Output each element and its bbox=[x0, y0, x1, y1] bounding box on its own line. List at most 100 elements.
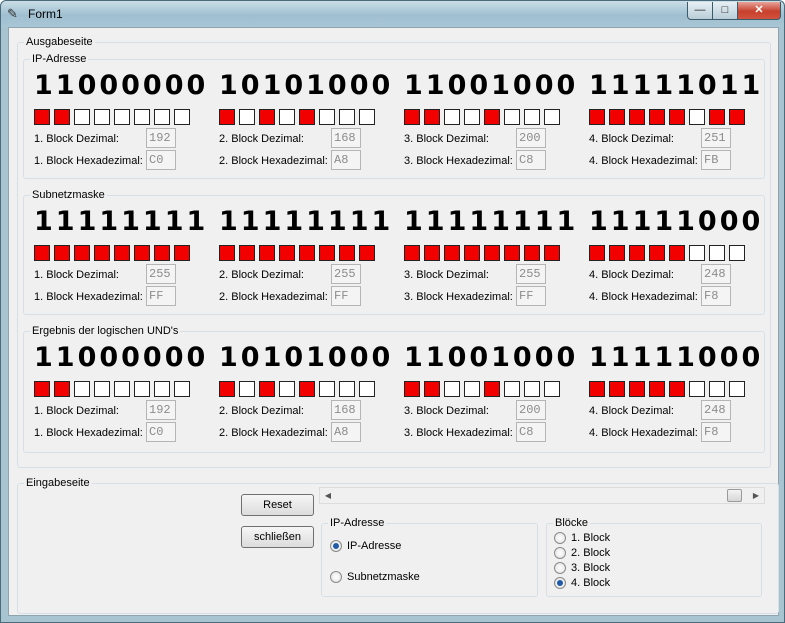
value-scrollbar[interactable]: ◀ ▶ bbox=[319, 487, 765, 504]
bit-led-on bbox=[649, 109, 665, 125]
bit-led-on bbox=[504, 245, 520, 261]
hex-field[interactable]: C0 bbox=[146, 150, 176, 170]
section-label: Subnetzmaske bbox=[30, 189, 107, 202]
section-label: IP-Adresse bbox=[30, 53, 89, 66]
bit-led-on bbox=[444, 245, 460, 261]
bit-led-on bbox=[299, 381, 315, 397]
radio-block-2[interactable]: 2. Block bbox=[554, 547, 610, 559]
hex-label: 2. Block Hexadezimal: bbox=[219, 155, 328, 167]
ip-choice-label: IP-Adresse bbox=[328, 517, 387, 530]
reset-button[interactable]: Reset bbox=[241, 494, 314, 516]
decimal-field[interactable]: 255 bbox=[516, 264, 546, 284]
hex-field[interactable]: C8 bbox=[516, 422, 546, 442]
binary-digits: 11111000 bbox=[589, 206, 764, 237]
bit-led-row bbox=[589, 109, 745, 125]
radio-label: 4. Block bbox=[571, 577, 611, 589]
bit-led-on bbox=[589, 109, 605, 125]
bit-led-off bbox=[689, 109, 705, 125]
radio-icon[interactable] bbox=[554, 547, 566, 559]
maximize-button[interactable]: □ bbox=[712, 2, 738, 20]
title-bar: ✎ Form1 — □ ✕ bbox=[0, 0, 785, 27]
bit-led-off bbox=[174, 109, 190, 125]
hex-field[interactable]: C0 bbox=[146, 422, 176, 442]
bit-led-on bbox=[709, 109, 725, 125]
window-title: Form1 bbox=[28, 7, 63, 21]
minimize-button[interactable]: — bbox=[687, 2, 713, 20]
decimal-field[interactable]: 255 bbox=[146, 264, 176, 284]
radio-subnet-mask[interactable]: Subnetzmaske bbox=[330, 571, 420, 583]
hex-field[interactable]: A8 bbox=[331, 150, 361, 170]
hex-field[interactable]: FB bbox=[701, 150, 731, 170]
bit-led-off bbox=[444, 109, 460, 125]
radio-block-1[interactable]: 1. Block bbox=[554, 532, 610, 544]
decimal-field[interactable]: 168 bbox=[331, 400, 361, 420]
hex-label: 2. Block Hexadezimal: bbox=[219, 291, 328, 303]
bit-led-off bbox=[134, 109, 150, 125]
bit-led-on bbox=[319, 245, 335, 261]
close-window-button[interactable]: ✕ bbox=[737, 2, 781, 20]
bit-led-on bbox=[94, 245, 110, 261]
bit-led-on bbox=[359, 245, 375, 261]
close-button[interactable]: schließen bbox=[241, 526, 314, 548]
bit-led-on bbox=[424, 109, 440, 125]
hex-field[interactable]: FF bbox=[331, 286, 361, 306]
scroll-right-icon[interactable]: ▶ bbox=[748, 488, 764, 503]
hex-field[interactable]: F8 bbox=[701, 286, 731, 306]
bit-led-off bbox=[689, 381, 705, 397]
window-frame: Ausgabeseite IP-Adresse Subnetzmaske Erg… bbox=[0, 27, 785, 623]
decimal-label: 3. Block Dezimal: bbox=[404, 405, 489, 417]
output-page-label: Ausgabeseite bbox=[24, 36, 95, 49]
octet-block: 11001000 3. Block Dezimal: 3. Block Hexade… bbox=[404, 343, 575, 458]
hex-field[interactable]: C8 bbox=[516, 150, 546, 170]
decimal-field[interactable]: 200 bbox=[516, 400, 546, 420]
bit-led-row bbox=[34, 381, 190, 397]
radio-block-3[interactable]: 3. Block bbox=[554, 562, 610, 574]
bit-led-off bbox=[114, 381, 130, 397]
bit-led-on bbox=[279, 245, 295, 261]
bit-led-on bbox=[669, 381, 685, 397]
decimal-label: 2. Block Dezimal: bbox=[219, 405, 304, 417]
radio-label: 2. Block bbox=[571, 547, 611, 559]
bit-led-row bbox=[219, 245, 375, 261]
scroll-left-icon[interactable]: ◀ bbox=[320, 488, 336, 503]
hex-field[interactable]: FF bbox=[516, 286, 546, 306]
binary-digits: 11001000 bbox=[404, 342, 579, 373]
decimal-field[interactable]: 192 bbox=[146, 128, 176, 148]
radio-block-4[interactable]: 4. Block bbox=[554, 577, 610, 589]
octet-block: 10101000 2. Block Dezimal: 2. Block Hexade… bbox=[219, 343, 390, 458]
octet-block: 11111000 4. Block Dezimal: 4. Block Hexade… bbox=[589, 343, 760, 458]
decimal-label: 4. Block Dezimal: bbox=[589, 133, 674, 145]
decimal-field[interactable]: 168 bbox=[331, 128, 361, 148]
hex-label: 3. Block Hexadezimal: bbox=[404, 291, 513, 303]
decimal-field[interactable]: 200 bbox=[516, 128, 546, 148]
bit-led-on bbox=[54, 245, 70, 261]
hex-field[interactable]: FF bbox=[146, 286, 176, 306]
octet-block: 10101000 2. Block Dezimal: 2. Block Hexade… bbox=[219, 71, 390, 186]
radio-icon[interactable] bbox=[330, 571, 342, 583]
decimal-field[interactable]: 251 bbox=[701, 128, 731, 148]
decimal-field[interactable]: 255 bbox=[331, 264, 361, 284]
bit-led-off bbox=[134, 381, 150, 397]
radio-selected-icon[interactable] bbox=[554, 577, 566, 589]
decimal-field[interactable]: 248 bbox=[701, 264, 731, 284]
bit-led-off bbox=[464, 381, 480, 397]
hex-field[interactable]: F8 bbox=[701, 422, 731, 442]
bit-led-off bbox=[94, 381, 110, 397]
bit-led-off bbox=[689, 245, 705, 261]
decimal-field[interactable]: 192 bbox=[146, 400, 176, 420]
radio-label: 1. Block bbox=[571, 532, 611, 544]
bit-led-row bbox=[219, 381, 375, 397]
radio-ip-address[interactable]: IP-Adresse bbox=[330, 540, 401, 552]
octet-block: 11111111 3. Block Dezimal: 3. Block Hexade… bbox=[404, 207, 575, 322]
binary-digits: 11001000 bbox=[404, 70, 579, 101]
decimal-label: 3. Block Dezimal: bbox=[404, 133, 489, 145]
radio-selected-icon[interactable] bbox=[330, 540, 342, 552]
hex-field[interactable]: A8 bbox=[331, 422, 361, 442]
decimal-field[interactable]: 248 bbox=[701, 400, 731, 420]
bit-led-off bbox=[729, 245, 745, 261]
radio-icon[interactable] bbox=[554, 532, 566, 544]
radio-icon[interactable] bbox=[554, 562, 566, 574]
bit-led-off bbox=[544, 381, 560, 397]
scroll-thumb[interactable] bbox=[727, 489, 742, 502]
bit-led-on bbox=[424, 381, 440, 397]
